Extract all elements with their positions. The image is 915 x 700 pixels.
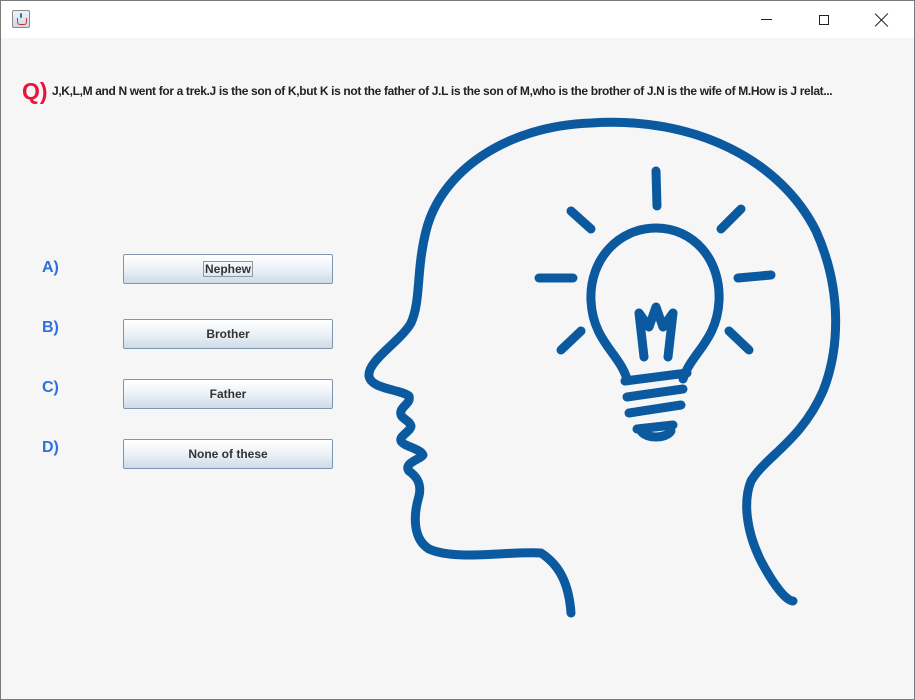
question-marker: Q) (22, 78, 48, 104)
bulb-base-cap (636, 426, 676, 442)
option-d-label: None of these (188, 447, 268, 461)
option-b-letter: B) (42, 319, 59, 336)
head-outline (364, 117, 841, 618)
option-a-label: Nephew (202, 261, 254, 277)
bulb-ray-right (733, 270, 776, 283)
close-button[interactable] (853, 1, 911, 38)
option-c-label: Father (209, 387, 247, 401)
bulb-base-ring-1 (620, 368, 692, 386)
question-text: J,K,L,M and N went for a trek.J is the s… (52, 84, 833, 98)
option-c-letter: C) (42, 379, 59, 396)
bulb-base-ring-2 (622, 384, 688, 402)
maximize-icon (819, 14, 829, 25)
bulb-ray-upper-left (566, 206, 596, 234)
title-bar (1, 1, 914, 38)
minimize-button[interactable] (737, 1, 795, 38)
bulb-filament (634, 302, 678, 362)
java-app-icon (12, 10, 30, 28)
option-d-button[interactable]: None of these (123, 439, 333, 469)
maximize-button[interactable] (795, 1, 853, 38)
bulb-ray-top (651, 166, 662, 211)
option-d-letter: D) (42, 439, 59, 456)
option-a-button[interactable]: Nephew (123, 254, 333, 284)
bulb-ray-upper-right (716, 204, 746, 234)
bulb-base-ring-3 (624, 400, 686, 418)
head-with-lightbulb-icon (364, 117, 841, 618)
bulb-ray-lower-left (556, 326, 586, 355)
option-b-button[interactable]: Brother (123, 319, 333, 349)
option-b-label: Brother (206, 327, 250, 341)
close-icon (875, 13, 889, 27)
app-window: Q) J,K,L,M and N went for a trek.J is th… (0, 0, 915, 700)
option-c-button[interactable]: Father (123, 379, 333, 409)
minimize-icon (760, 19, 772, 20)
bulb-ray-lower-right (724, 326, 754, 355)
option-a-letter: A) (42, 259, 59, 276)
